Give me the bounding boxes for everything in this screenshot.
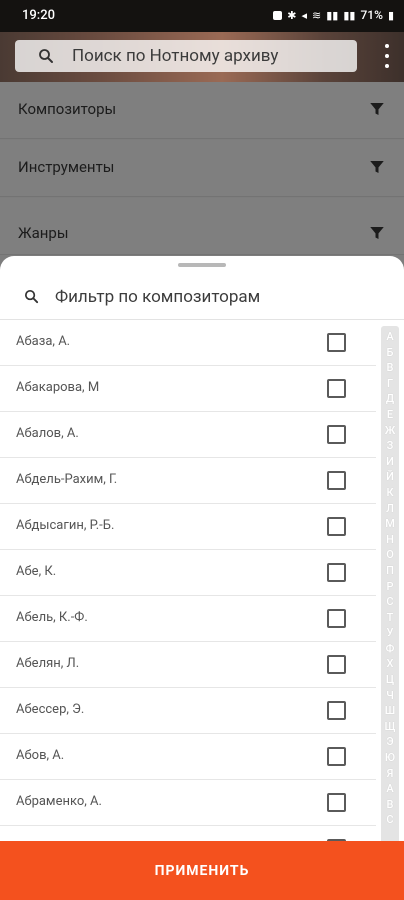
checkbox[interactable] [327,701,346,720]
filter-row-genres[interactable]: Жанры [0,198,404,255]
list-item[interactable]: Абдель-Рахим, Г. [0,458,376,504]
composer-name: Абаза, А. [16,334,71,349]
list-item[interactable]: Абраменко, А. [0,780,376,826]
alpha-letter[interactable]: Т [387,610,394,626]
search-bar[interactable]: Поиск по Нотному архиву [15,40,357,72]
mute-icon: ◂ [301,8,308,22]
apply-button[interactable]: ПРИМЕНИТЬ [0,841,404,900]
alpha-letter[interactable]: Ж [385,423,396,439]
list-item[interactable]: Абель, К.-Ф. [0,596,376,642]
app-header: Поиск по Нотному архиву [0,32,404,82]
wifi-icon: ≋ [312,8,322,22]
alpha-letter[interactable]: Н [386,532,394,548]
alpha-letter[interactable]: П [386,563,394,579]
more-options-icon[interactable] [384,44,390,68]
checkbox[interactable] [327,517,346,536]
alpha-letter[interactable]: М [385,516,395,532]
list-item[interactable]: Абелян, Л. [0,642,376,688]
signal-icon: ▮▮ [326,8,339,22]
drag-handle[interactable] [178,263,226,267]
checkbox[interactable] [327,655,346,674]
checkbox[interactable] [327,425,346,444]
composer-name: Абдель-Рахим, Г. [16,472,118,487]
alpha-letter[interactable]: Ш [385,703,395,719]
alpha-letter[interactable]: У [387,625,394,641]
list-item[interactable]: Абессер, Э. [0,688,376,734]
composer-name: Абе, К. [16,564,57,579]
signal-icon-2: ▮▮ [343,8,356,22]
alpha-letter[interactable]: О [386,547,394,563]
composer-name: Абель, К.-Ф. [16,610,88,625]
alpha-letter[interactable]: Б [387,345,394,361]
battery-icon: ▮ [387,8,394,22]
alpha-letter[interactable]: Д [386,391,394,407]
alpha-letter[interactable]: B [387,797,394,813]
alpha-letter[interactable]: Й [386,469,394,485]
list-item[interactable]: Абалов, А. [0,412,376,458]
alpha-letter[interactable]: Э [386,734,393,750]
list-item[interactable]: Абе, К. [0,550,376,596]
composer-filter-input[interactable] [55,284,375,310]
checkbox[interactable] [327,563,346,582]
alpha-letter[interactable]: К [386,485,393,501]
filter-row-instruments[interactable]: Инструменты [0,140,404,197]
bluetooth-icon: ✱ [287,8,297,22]
alpha-letter[interactable]: Ф [386,641,395,657]
alpha-letter[interactable]: И [386,454,394,470]
alpha-letter[interactable]: Щ [385,719,396,735]
alpha-letter[interactable]: C [386,812,393,828]
alpha-letter[interactable]: Ю [385,750,395,766]
composer-name: Абелян, Л. [16,656,80,671]
list-item[interactable]: Абакарова, М [0,366,376,412]
checkbox[interactable] [327,609,346,628]
composer-name: Абакарова, М [16,380,100,395]
checkbox[interactable] [327,333,346,352]
composer-name: Абов, А. [16,748,65,763]
filter-icon [370,161,384,173]
notification-icon [273,10,283,20]
composer-name: Абраменко, А. [16,794,102,809]
search-icon [24,289,39,304]
alpha-letter[interactable]: Ц [386,672,394,688]
alpha-letter[interactable]: Р [386,579,393,595]
composer-list: Абаза, А. Абакарова, М Абалов, А. Абдель… [0,320,376,872]
checkbox[interactable] [327,793,346,812]
checkbox[interactable] [327,747,346,766]
alpha-letter[interactable]: Я [387,766,394,782]
filter-row-composers[interactable]: Композиторы [0,82,404,139]
filter-label: Инструменты [18,158,115,176]
checkbox[interactable] [327,379,346,398]
list-item[interactable]: Абдысагин, Р.-Б. [0,504,376,550]
alpha-letter[interactable]: В [387,360,394,376]
alpha-letter[interactable]: Ч [386,688,394,704]
battery-level: 71% [360,8,383,22]
list-item[interactable]: Абаза, А. [0,320,376,366]
alpha-letter[interactable]: A [386,781,393,797]
composer-filter-sheet: Абаза, А. Абакарова, М Абалов, А. Абдель… [0,256,404,900]
status-time: 19:20 [22,8,55,23]
search-icon [39,49,53,63]
alpha-letter[interactable]: Х [387,656,394,672]
status-bar: 19:20 ✱ ◂ ≋ ▮▮ ▮▮ 71% ▮ [0,0,404,32]
checkbox[interactable] [327,471,346,490]
composer-name: Абдысагин, Р.-Б. [16,518,115,533]
filter-icon [370,227,384,239]
composer-name: Абессер, Э. [16,702,85,717]
alpha-letter[interactable]: А [386,329,393,345]
filter-label: Композиторы [18,100,117,118]
alpha-letter[interactable]: Е [387,407,393,423]
list-item[interactable]: Абов, А. [0,734,376,780]
composer-name: Абалов, А. [16,426,79,441]
search-placeholder: Поиск по Нотному архиву [72,46,279,66]
filter-icon [370,103,384,115]
alpha-letter[interactable]: Л [386,501,394,517]
alphabet-index[interactable]: А Б В Г Д Е Ж З И Й К Л М Н О П Р С Т У … [381,326,399,859]
alpha-letter[interactable]: С [386,594,393,610]
alpha-letter[interactable]: З [387,438,394,454]
status-icons: ✱ ◂ ≋ ▮▮ ▮▮ 71% ▮ [273,8,394,22]
alpha-letter[interactable]: Г [387,376,393,392]
filter-label: Жанры [18,224,69,242]
